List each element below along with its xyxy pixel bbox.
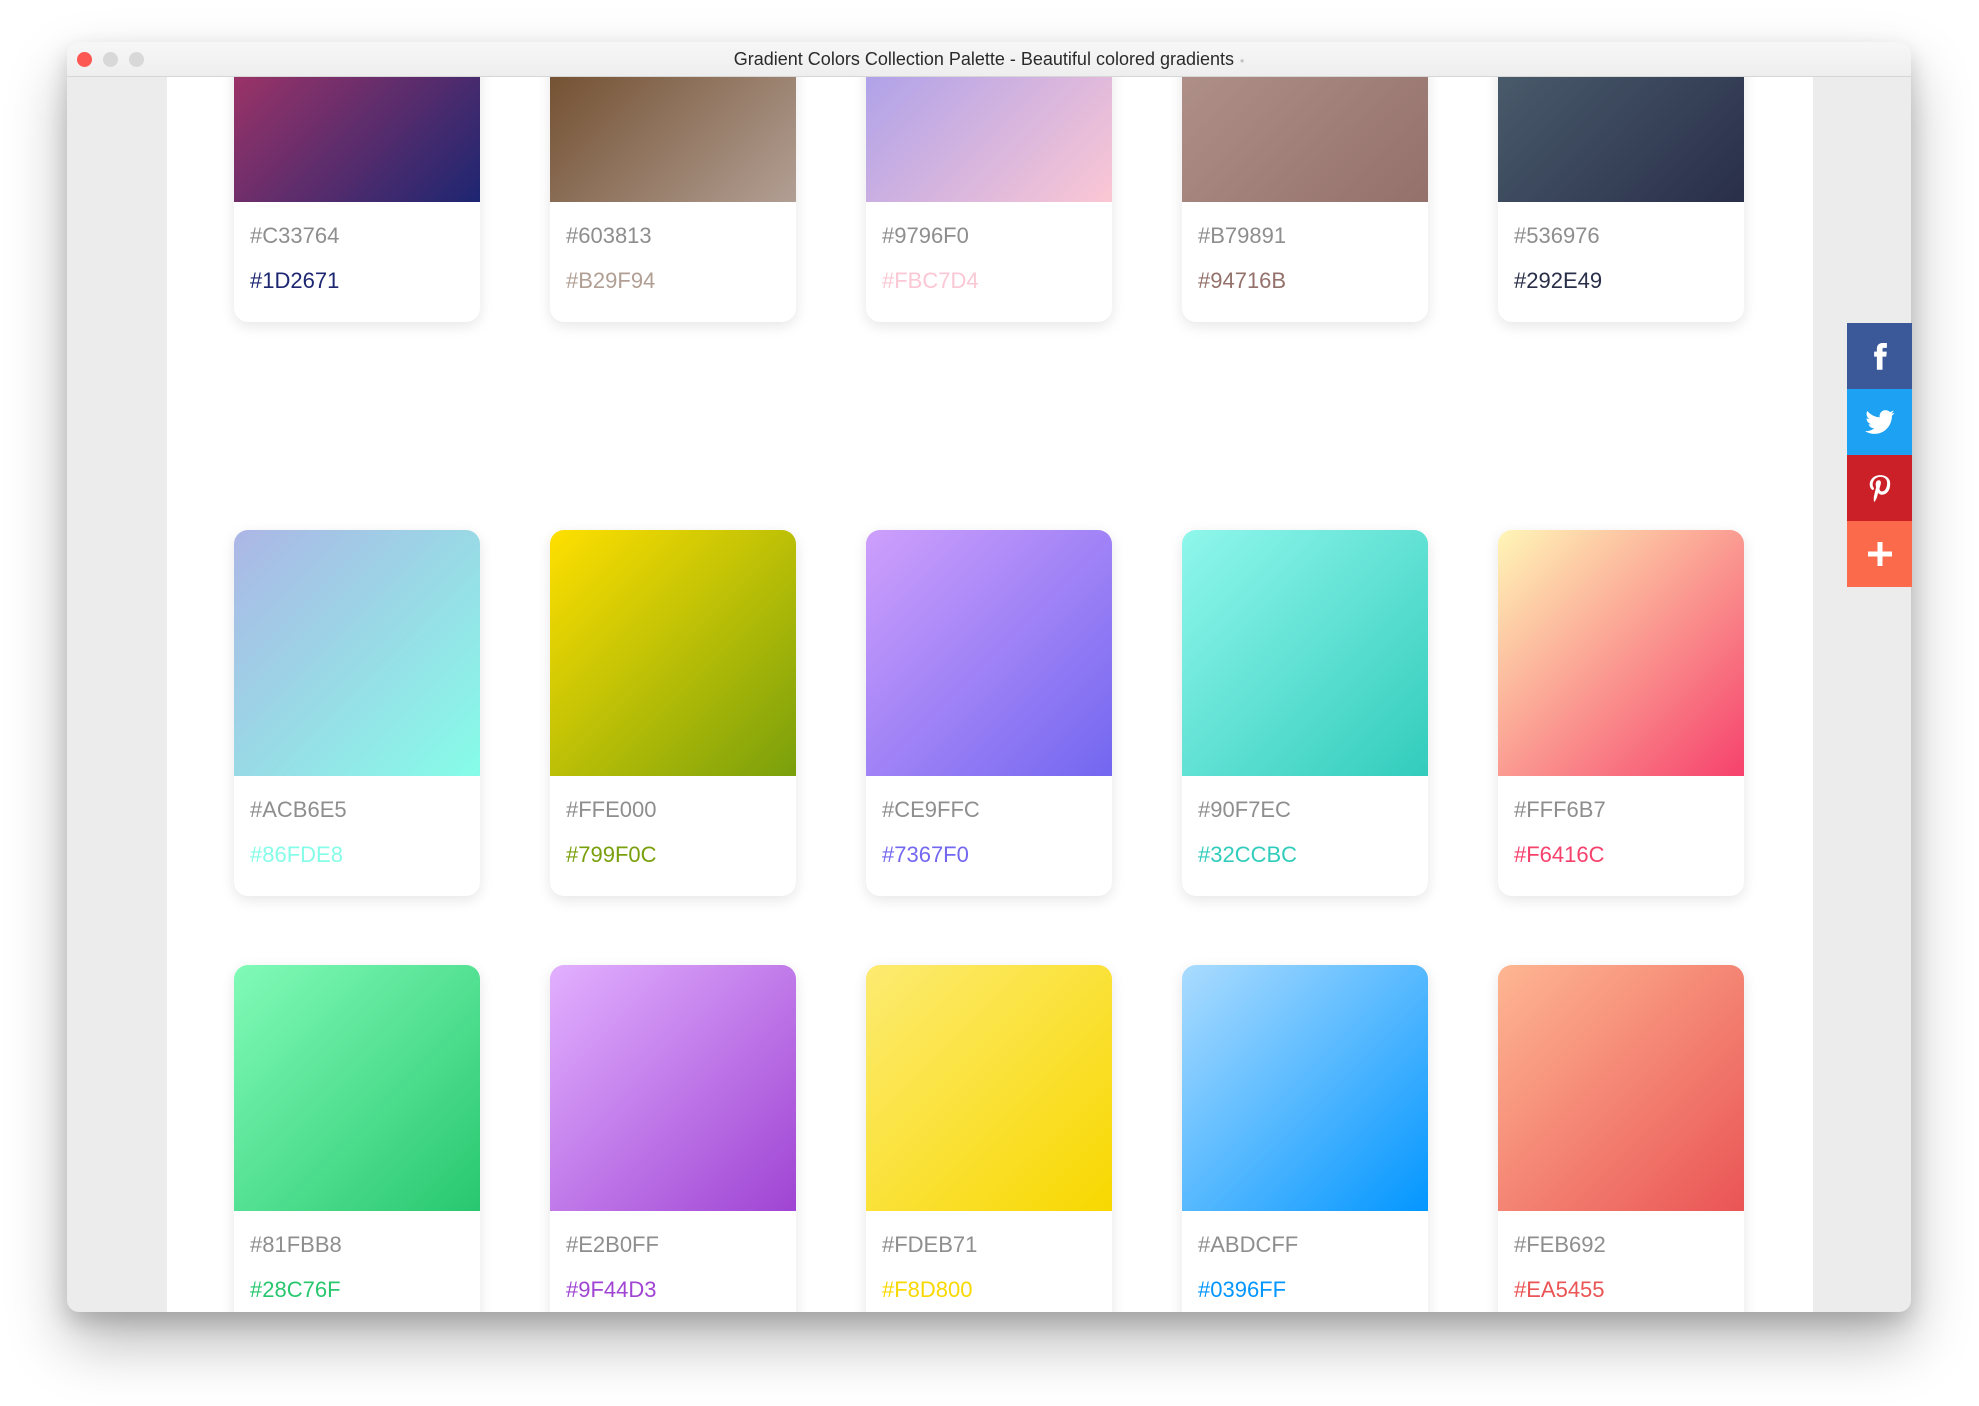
gradient-end-hex[interactable]: #292E49 xyxy=(1514,268,1602,294)
gradient-card[interactable]: #603813 #B29F94 xyxy=(550,76,796,322)
gradient-start-hex[interactable]: #81FBB8 xyxy=(250,1232,342,1258)
gradient-end-hex[interactable]: #F8D800 xyxy=(882,1277,973,1303)
gradient-start-hex[interactable]: #C33764 xyxy=(250,223,339,249)
gradient-end-hex[interactable]: #7367F0 xyxy=(882,842,969,868)
gradient-end-hex[interactable]: #B29F94 xyxy=(566,268,655,294)
gradient-swatch[interactable] xyxy=(550,965,796,1211)
gradient-card[interactable]: #ABDCFF #0396FF xyxy=(1182,965,1428,1312)
gradient-start-hex[interactable]: #B79891 xyxy=(1198,223,1286,249)
gradient-card[interactable]: #81FBB8 #28C76F xyxy=(234,965,480,1312)
gradient-card[interactable]: #FDEB71 #F8D800 xyxy=(866,965,1112,1312)
gradient-start-hex[interactable]: #CE9FFC xyxy=(882,797,980,823)
gradient-start-hex[interactable]: #E2B0FF xyxy=(566,1232,659,1258)
gradient-swatch[interactable] xyxy=(866,965,1112,1211)
window-title: Gradient Colors Collection Palette - Bea… xyxy=(67,42,1911,76)
gradient-end-hex[interactable]: #FBC7D4 xyxy=(882,268,979,294)
gradient-start-hex[interactable]: #FFE000 xyxy=(566,797,657,823)
gradient-swatch[interactable] xyxy=(1182,530,1428,776)
gradient-card[interactable]: #E2B0FF #9F44D3 xyxy=(550,965,796,1312)
gradient-swatch[interactable] xyxy=(1498,965,1744,1211)
gradient-start-hex[interactable]: #ABDCFF xyxy=(1198,1232,1298,1258)
gradient-end-hex[interactable]: #9F44D3 xyxy=(566,1277,657,1303)
gradient-card[interactable]: #90F7EC #32CCBC xyxy=(1182,530,1428,896)
gradient-start-hex[interactable]: #ACB6E5 xyxy=(250,797,347,823)
gradient-card[interactable]: #B79891 #94716B xyxy=(1182,76,1428,322)
gradient-end-hex[interactable]: #28C76F xyxy=(250,1277,341,1303)
gradient-end-hex[interactable]: #F6416C xyxy=(1514,842,1605,868)
gradient-end-hex[interactable]: #32CCBC xyxy=(1198,842,1297,868)
title-edited-dot: • xyxy=(1240,54,1245,68)
gradient-swatch[interactable] xyxy=(1182,76,1428,202)
title-bar: Gradient Colors Collection Palette - Bea… xyxy=(67,42,1911,77)
gradient-swatch[interactable] xyxy=(234,76,480,202)
facebook-share-button[interactable] xyxy=(1847,323,1912,389)
gradient-swatch[interactable] xyxy=(866,530,1112,776)
gradient-swatch[interactable] xyxy=(866,76,1112,202)
twitter-icon xyxy=(1864,410,1894,434)
facebook-icon xyxy=(1873,343,1887,370)
plus-icon xyxy=(1867,542,1892,566)
pinterest-share-button[interactable] xyxy=(1847,455,1912,521)
gradient-swatch[interactable] xyxy=(1498,530,1744,776)
gradient-start-hex[interactable]: #603813 xyxy=(566,223,652,249)
gradient-swatch[interactable] xyxy=(234,965,480,1211)
gradient-card[interactable]: #FEB692 #EA5455 xyxy=(1498,965,1744,1312)
more-share-button[interactable] xyxy=(1847,521,1912,587)
window-title-text: Gradient Colors Collection Palette - Bea… xyxy=(733,49,1235,69)
gradient-card[interactable]: #9796F0 #FBC7D4 xyxy=(866,76,1112,322)
gradient-swatch[interactable] xyxy=(234,530,480,776)
gradient-start-hex[interactable]: #FDEB71 xyxy=(882,1232,977,1258)
gradient-start-hex[interactable]: #536976 xyxy=(1514,223,1600,249)
twitter-share-button[interactable] xyxy=(1847,389,1912,455)
gradient-start-hex[interactable]: #90F7EC xyxy=(1198,797,1291,823)
gradient-card[interactable]: #CE9FFC #7367F0 xyxy=(866,530,1112,896)
gradient-card[interactable]: #536976 #292E49 xyxy=(1498,76,1744,322)
gradient-card[interactable]: #FFE000 #799F0C xyxy=(550,530,796,896)
gradient-swatch[interactable] xyxy=(550,76,796,202)
gradient-swatch[interactable] xyxy=(1498,76,1744,202)
gradient-start-hex[interactable]: #FEB692 xyxy=(1514,1232,1606,1258)
gradient-end-hex[interactable]: #1D2671 xyxy=(250,268,339,294)
gradient-card[interactable]: #FFF6B7 #F6416C xyxy=(1498,530,1744,896)
gradient-start-hex[interactable]: #FFF6B7 xyxy=(1514,797,1606,823)
gradient-grid: #C33764 #1D2671 #603813 #B29F94 #9796F0 #FB… xyxy=(167,76,1813,1312)
pinterest-icon xyxy=(1869,475,1890,502)
gradient-end-hex[interactable]: #EA5455 xyxy=(1514,1277,1605,1303)
browser-window: Gradient Colors Collection Palette - Bea… xyxy=(67,42,1911,1312)
gradient-swatch[interactable] xyxy=(1182,965,1428,1211)
gradient-swatch[interactable] xyxy=(550,530,796,776)
gradient-end-hex[interactable]: #94716B xyxy=(1198,268,1286,294)
gradient-card[interactable]: #C33764 #1D2671 xyxy=(234,76,480,322)
gradient-end-hex[interactable]: #86FDE8 xyxy=(250,842,343,868)
gradient-end-hex[interactable]: #799F0C xyxy=(566,842,657,868)
gradient-start-hex[interactable]: #9796F0 xyxy=(882,223,969,249)
gradient-end-hex[interactable]: #0396FF xyxy=(1198,1277,1286,1303)
gradient-card[interactable]: #ACB6E5 #86FDE8 xyxy=(234,530,480,896)
